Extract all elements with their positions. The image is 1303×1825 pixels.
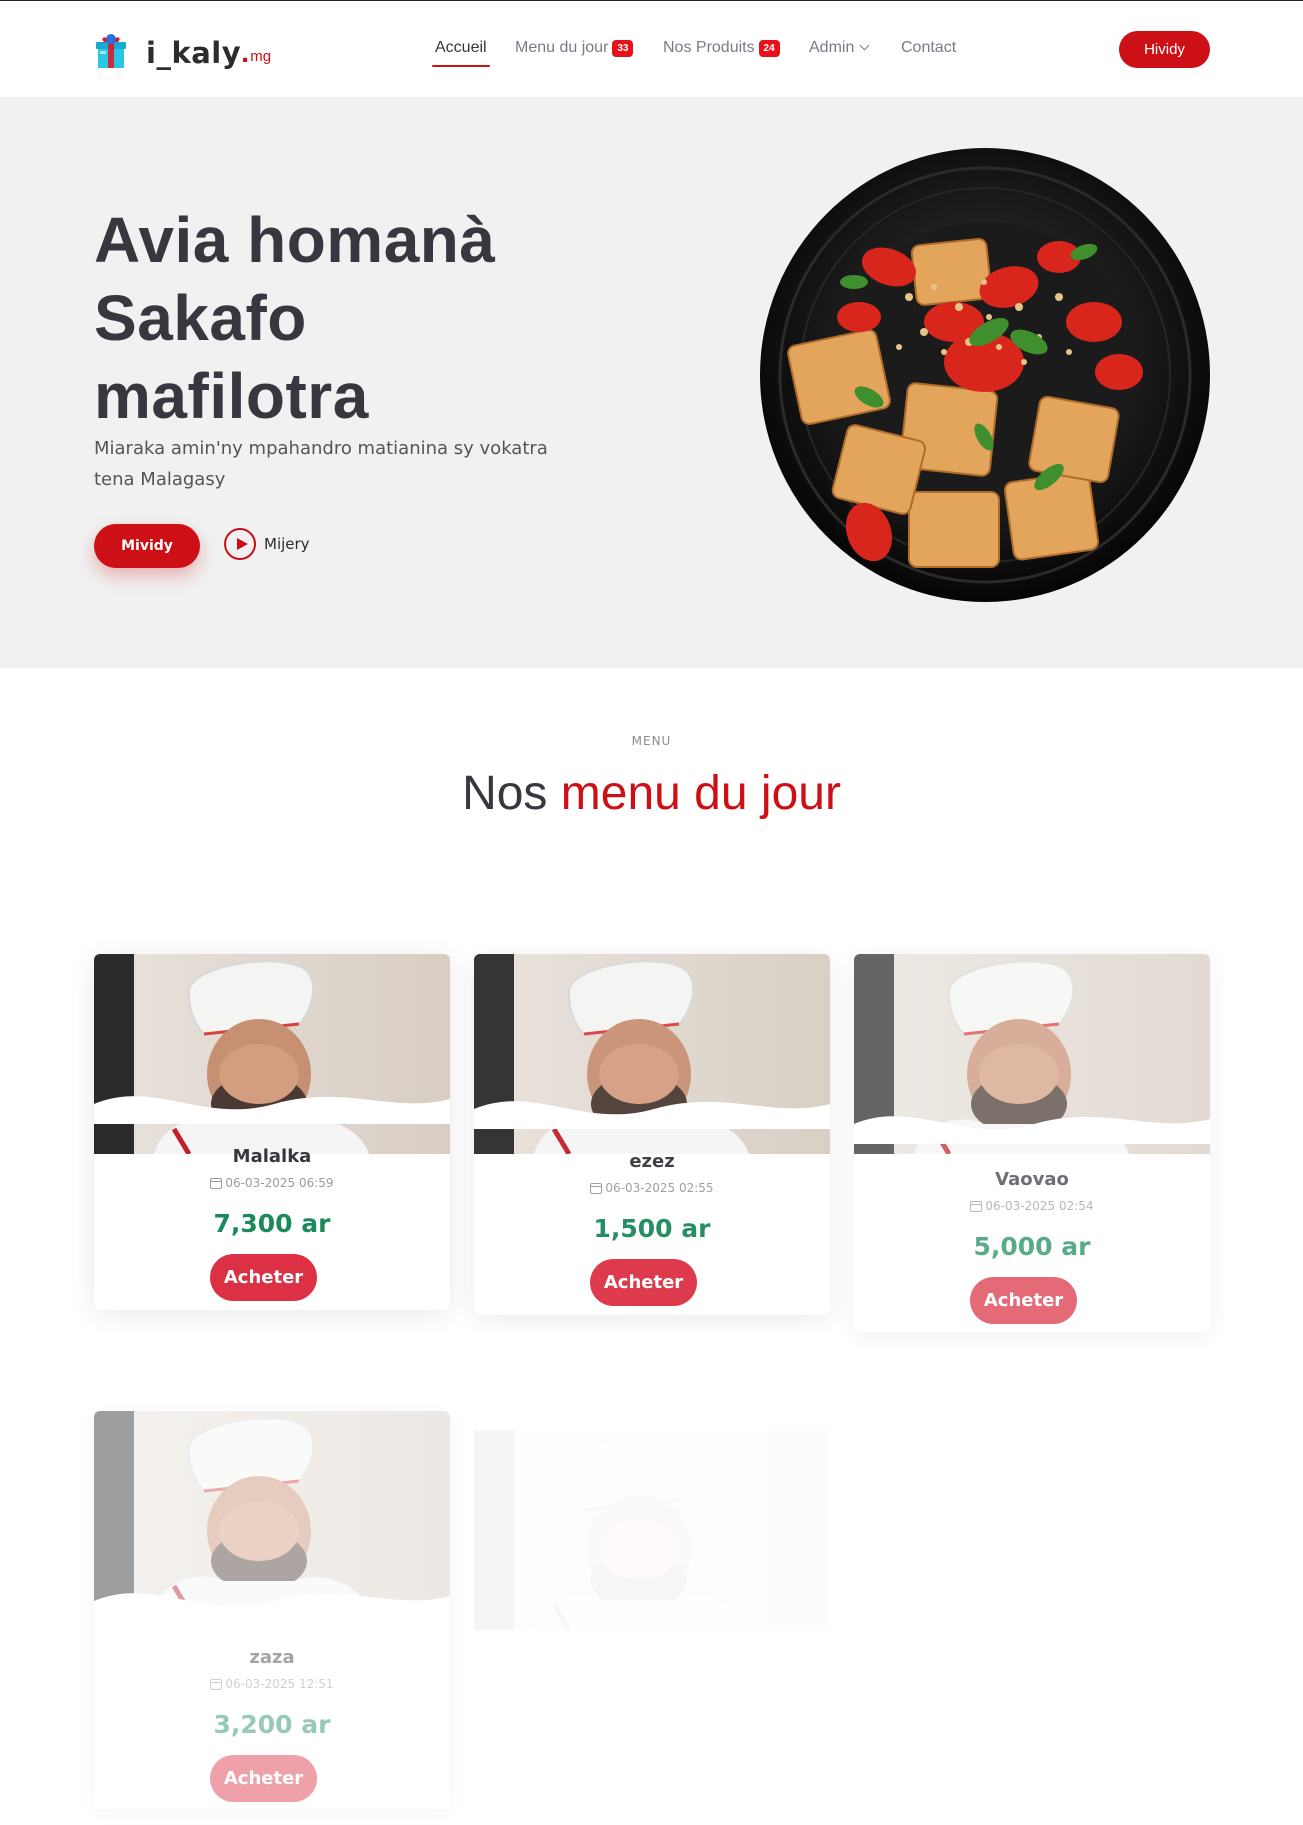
site-header: i_kaly. mg Accueil Menu du jour 33 Nos Pr… (0, 1, 1303, 96)
nav-item-label: Admin (809, 39, 855, 56)
loading-card-ghost (474, 1420, 830, 1640)
play-circle-icon (224, 528, 256, 560)
card-date: 06-03-2025 02:54 (854, 1199, 1210, 1213)
hero-section: Avia homanà Sakafo mafilotra Miaraka ami… (0, 97, 1303, 668)
hero-title-line: Sakafo (94, 282, 307, 354)
menu-card: Vaovao 06-03-2025 02:54 5,000 ar Acheter (854, 954, 1210, 1332)
card-date: 06-03-2025 02:55 (474, 1181, 830, 1195)
card-title: zaza (249, 1647, 295, 1668)
card-title: ezez (629, 1151, 675, 1172)
section-title-plain: Nos (462, 767, 548, 820)
header-buy-button[interactable]: Hividy (1119, 31, 1210, 68)
nav-item-nos-produits[interactable]: Nos Produits 24 (663, 37, 780, 59)
card-date-text: 06-03-2025 02:55 (605, 1181, 714, 1195)
hero-title-line: mafilotra (94, 360, 369, 432)
card-price: 7,300 ar (213, 1209, 331, 1238)
nav-item-menu-du-jour[interactable]: Menu du jour 33 (515, 37, 634, 59)
card-date-text: 06-03-2025 02:54 (985, 1199, 1094, 1213)
section-title: Nos menu du jour (0, 766, 1303, 821)
card-title: Vaovao (995, 1169, 1069, 1190)
wave-divider (854, 1104, 1210, 1144)
active-underline (432, 65, 490, 67)
hero-title-line: Avia homanà (94, 204, 496, 276)
nav-item-accueil[interactable]: Accueil (432, 37, 490, 67)
food-plate-image (760, 148, 1210, 602)
card-date: 06-03-2025 06:59 (94, 1176, 450, 1190)
card-date: 06-03-2025 12:51 (94, 1677, 450, 1691)
card-price: 1,500 ar (593, 1214, 711, 1243)
card-price: 3,200 ar (213, 1710, 331, 1739)
nav-item-label: Accueil (435, 39, 487, 56)
card-price: 5,000 ar (973, 1232, 1091, 1261)
gift-box-icon (96, 34, 126, 68)
hero-watch-button[interactable]: Mijery (224, 528, 310, 560)
count-badge: 24 (758, 39, 780, 57)
chef-image (94, 954, 450, 1154)
chevron-down-icon (859, 40, 870, 51)
card-title: Malalka (232, 1146, 312, 1167)
brand-tld: mg (250, 48, 272, 65)
section-kicker: MENU (631, 734, 672, 748)
calendar-icon (210, 1177, 223, 1189)
hero-title: Avia homanà Sakafo mafilotra (94, 201, 614, 435)
brand-logo[interactable]: i_kaly. mg (94, 32, 271, 70)
buy-button[interactable]: Acheter (590, 1259, 697, 1306)
hero-subtitle: Miaraka amin'ny mpahandro matianina sy v… (94, 438, 548, 490)
nav-item-admin[interactable]: Admin (809, 37, 870, 59)
wave-divider (94, 1581, 450, 1621)
watch-label: Mijery (264, 535, 310, 553)
nav-item-contact[interactable]: Contact (901, 37, 956, 59)
nav-item-label: Menu du jour (515, 39, 609, 56)
wave-divider (94, 1084, 450, 1124)
brand-name: i_kaly (146, 36, 242, 70)
buy-button[interactable]: Acheter (970, 1277, 1077, 1324)
card-date-text: 06-03-2025 06:59 (225, 1176, 334, 1190)
hero-buy-button[interactable]: Mividy (94, 524, 200, 568)
brand-dot: . (241, 37, 250, 69)
menu-card: ezez 06-03-2025 02:55 1,500 ar Acheter (474, 954, 830, 1315)
menu-card: zaza 06-03-2025 12:51 3,200 ar Acheter (94, 1411, 450, 1809)
buy-button[interactable]: Acheter (210, 1254, 317, 1301)
nav-item-label: Nos Produits (663, 39, 755, 56)
calendar-icon (590, 1182, 603, 1194)
calendar-icon (210, 1678, 223, 1690)
calendar-icon (970, 1200, 983, 1212)
section-title-accent: menu du jour (560, 767, 841, 820)
count-badge: 33 (612, 39, 634, 57)
wave-divider (474, 1089, 830, 1129)
nav-item-label: Contact (901, 39, 957, 56)
card-date-text: 06-03-2025 12:51 (225, 1677, 334, 1691)
buy-button[interactable]: Acheter (210, 1755, 317, 1802)
menu-card: Malalka 06-03-2025 06:59 7,300 ar Achete… (94, 954, 450, 1310)
